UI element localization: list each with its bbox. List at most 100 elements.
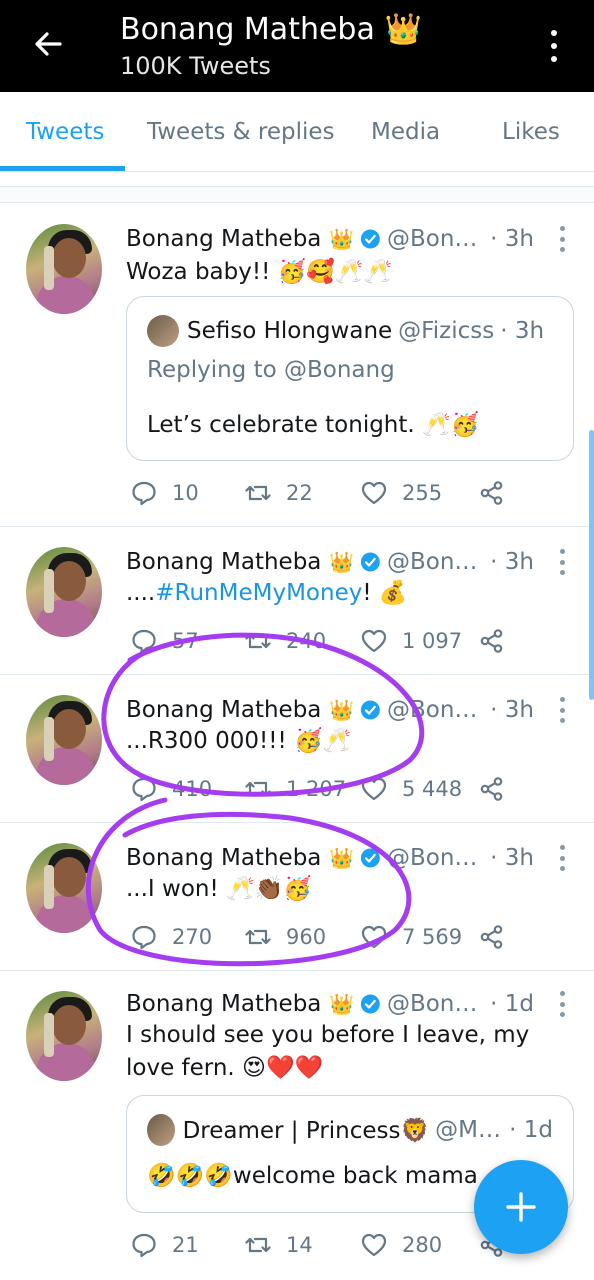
author-handle: @Bona... (386, 845, 485, 871)
scrollbar[interactable] (589, 430, 594, 700)
share-icon (480, 481, 503, 505)
avatar[interactable] (26, 991, 102, 1081)
retweet-button[interactable]: 22 (244, 476, 313, 510)
tweet-card[interactable]: Bonang Matheba 👑 @Bona... · 3h ...R300 0… (0, 675, 594, 823)
like-count: 280 (402, 1233, 443, 1257)
tweet-text: ...I won! 🥂👏🏾🥳 (126, 876, 312, 902)
tweet-menu-icon[interactable] (558, 845, 566, 871)
compose-tweet-button[interactable] (474, 1160, 568, 1254)
tweet-menu-icon[interactable] (558, 549, 566, 575)
share-icon (480, 777, 503, 801)
reply-count: 10 (172, 481, 199, 505)
reply-count: 21 (172, 1233, 199, 1257)
reply-button[interactable]: 57 (130, 624, 199, 658)
reply-button[interactable]: 410 (130, 772, 212, 806)
reply-icon (132, 777, 156, 802)
profile-header: Bonang Matheba 👑 100K Tweets (120, 10, 422, 82)
tab-tweets[interactable]: Tweets (26, 92, 104, 172)
share-button[interactable] (478, 920, 506, 954)
verified-badge-icon (361, 848, 381, 868)
tab-media[interactable]: Media (371, 92, 440, 172)
like-count: 1 097 (402, 629, 463, 653)
retweet-button[interactable]: 14 (244, 1228, 313, 1262)
quoted-tweet-header: Sefiso Hlongwane @Fizicss · 3h (147, 315, 544, 347)
reply-button[interactable]: 21 (130, 1228, 199, 1262)
hashtag-link[interactable]: #RunMeMyMoney (155, 580, 362, 606)
share-icon (480, 629, 503, 653)
quoted-tweet-header: Dreamer | Princess🦁 @Ma... · 1d (147, 1114, 553, 1146)
tweet-time: · 1d (490, 991, 534, 1017)
text-suffix: ! 💰 (362, 580, 408, 606)
share-icon (480, 925, 503, 949)
verified-badge-icon (361, 552, 381, 572)
reply-button[interactable]: 10 (130, 476, 199, 510)
tweet-card[interactable]: Bonang Matheba 👑 @Bona... · 3h ....#RunM… (0, 527, 594, 675)
author-name[interactable]: Bonang Matheba (126, 991, 321, 1017)
more-options-button[interactable] (542, 24, 566, 68)
retweet-count: 22 (286, 481, 313, 505)
quoted-tweet-time: · 1d (509, 1117, 553, 1143)
tweet-text: ....#RunMeMyMoney! 💰 (126, 577, 564, 610)
retweet-button[interactable]: 960 (244, 920, 326, 954)
tweet-menu-icon[interactable] (558, 991, 566, 1017)
tweet-time: · 3h (490, 845, 534, 871)
retweet-button[interactable]: 240 (244, 624, 326, 658)
reply-icon (132, 1233, 156, 1258)
tweet-text: I should see you before I leave, my love… (126, 1022, 530, 1081)
like-button[interactable]: 255 (360, 476, 442, 510)
profile-tabs: Tweets Tweets & replies Media Likes (0, 92, 594, 172)
share-button[interactable] (478, 772, 506, 806)
tweet-count: 100K Tweets (120, 52, 271, 80)
author-name[interactable]: Bonang Matheba (126, 845, 321, 871)
author-handle: @Bona... (386, 991, 485, 1017)
like-button[interactable]: 5 448 (360, 772, 462, 806)
avatar[interactable] (26, 843, 102, 933)
avatar[interactable] (26, 695, 102, 785)
replying-to[interactable]: Replying to @Bonang (147, 357, 395, 383)
like-button[interactable]: 1 097 (360, 624, 462, 658)
quoted-avatar (147, 1114, 175, 1146)
tweet-actions: 10 22 255 (126, 476, 546, 510)
retweet-icon (245, 781, 271, 797)
reply-button[interactable]: 270 (130, 920, 212, 954)
avatar[interactable] (26, 547, 102, 637)
tab-tweets-replies[interactable]: Tweets & replies (147, 92, 335, 172)
avatar[interactable] (26, 224, 102, 314)
tweet-text: ...R300 000!!! 🥳🥂 (126, 728, 352, 754)
retweet-icon (245, 633, 271, 649)
verified-badge-icon (361, 700, 381, 720)
quoted-author-handle: @Fizicss (398, 318, 495, 344)
text-prefix: .... (126, 580, 156, 606)
like-button[interactable]: 280 (360, 1228, 442, 1262)
retweet-count: 14 (286, 1233, 313, 1257)
tab-likes[interactable]: Likes (502, 92, 560, 172)
crown-icon: 👑 (384, 12, 423, 47)
tweet-menu-icon[interactable] (558, 226, 566, 252)
share-button[interactable] (478, 476, 506, 510)
profile-name: Bonang Matheba (120, 12, 375, 47)
like-button[interactable]: 7 569 (360, 920, 462, 954)
verified-badge-icon (361, 229, 381, 249)
quoted-tweet[interactable]: Sefiso Hlongwane @Fizicss · 3h Replying … (126, 296, 574, 461)
retweet-icon (245, 1237, 271, 1253)
crown-icon: 👑 (329, 992, 355, 1016)
tweet-header: Bonang Matheba 👑 @Bona... · 3h (126, 695, 534, 725)
crown-icon: 👑 (329, 550, 355, 574)
tweet-card[interactable]: Bonang Matheba 👑 @Bona... · 3h ...I won!… (0, 823, 594, 971)
tweet-header: Bonang Matheba 👑 @Bona... · 1d (126, 989, 534, 1019)
tweet-menu-icon[interactable] (558, 697, 566, 723)
author-name[interactable]: Bonang Matheba (126, 226, 321, 252)
tweet-time: · 3h (490, 697, 534, 723)
retweet-button[interactable]: 1 207 (244, 772, 346, 806)
share-button[interactable] (478, 624, 506, 658)
retweet-icon (245, 929, 271, 945)
heart-icon (361, 1233, 387, 1257)
tweet-text: Woza baby!! 🥳🥰🥂🥂 (126, 259, 393, 285)
author-name[interactable]: Bonang Matheba (126, 697, 321, 723)
like-count: 255 (402, 481, 443, 505)
tweet-card[interactable]: Bonang Matheba 👑 @Bona... · 3h Woza baby… (0, 204, 594, 527)
quoted-tweet-text: Let’s celebrate tonight. 🥂🥳 (147, 412, 480, 438)
back-button[interactable] (26, 22, 70, 66)
author-handle: @Bona... (386, 549, 485, 575)
author-name[interactable]: Bonang Matheba (126, 549, 321, 575)
